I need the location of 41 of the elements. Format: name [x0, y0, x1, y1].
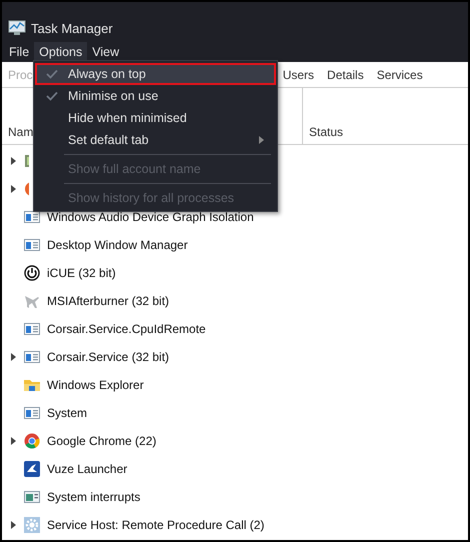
process-name[interactable]: System interrupts [47, 490, 140, 504]
menu-item[interactable]: Options [34, 42, 88, 62]
process-name[interactable]: Corsair.Service.CpuIdRemote [47, 322, 206, 336]
menu-item[interactable]: Always on top [35, 63, 276, 85]
expand-arrow-icon[interactable] [10, 185, 16, 193]
window-icon [24, 237, 40, 253]
tab[interactable]: Details [327, 68, 369, 82]
process-name[interactable]: iCUE (32 bit) [47, 266, 116, 280]
chrome-icon [24, 433, 40, 449]
tab[interactable]: Services [376, 68, 428, 82]
window-title: Task Manager [31, 21, 113, 36]
window-icon [24, 349, 40, 365]
process-name[interactable]: Vuze Launcher [47, 462, 128, 476]
window-icon [24, 489, 40, 505]
tab[interactable]: Users [282, 68, 320, 82]
expand-arrow-icon[interactable] [10, 521, 16, 529]
gear-icon [24, 517, 40, 533]
process-name[interactable]: Windows Audio Device Graph Isolation [47, 210, 254, 224]
menu-item[interactable]: Set default tab [35, 129, 276, 151]
expand-arrow-icon[interactable] [10, 157, 16, 165]
menu-item[interactable]: Hide when minimised [35, 107, 276, 129]
column-header[interactable]: Status [303, 88, 344, 144]
expand-arrow-icon[interactable] [10, 437, 16, 445]
menu-item[interactable]: Minimise on use [35, 85, 276, 107]
menu-item[interactable]: View [87, 42, 124, 62]
window-icon [24, 405, 40, 421]
window-icon [24, 321, 40, 337]
process-name[interactable]: Google Chrome (22) [47, 434, 156, 448]
process-name[interactable]: MSIAfterburner (32 bit) [47, 294, 170, 308]
process-name[interactable]: Desktop Window Manager [47, 238, 188, 252]
window-icon [24, 209, 40, 225]
expand-arrow-icon[interactable] [10, 353, 16, 361]
power-icon [24, 265, 40, 281]
process-name[interactable]: Service Host: Remote Procedure Call (2) [47, 518, 264, 532]
folder-icon [24, 377, 40, 393]
task-manager-icon [8, 20, 26, 36]
menu-item[interactable]: File [4, 42, 34, 62]
process-name[interactable]: Windows Explorer [47, 378, 144, 392]
plane-icon [24, 293, 40, 309]
process-name[interactable]: Corsair.Service (32 bit) [47, 350, 170, 364]
process-name[interactable]: System [47, 406, 88, 420]
